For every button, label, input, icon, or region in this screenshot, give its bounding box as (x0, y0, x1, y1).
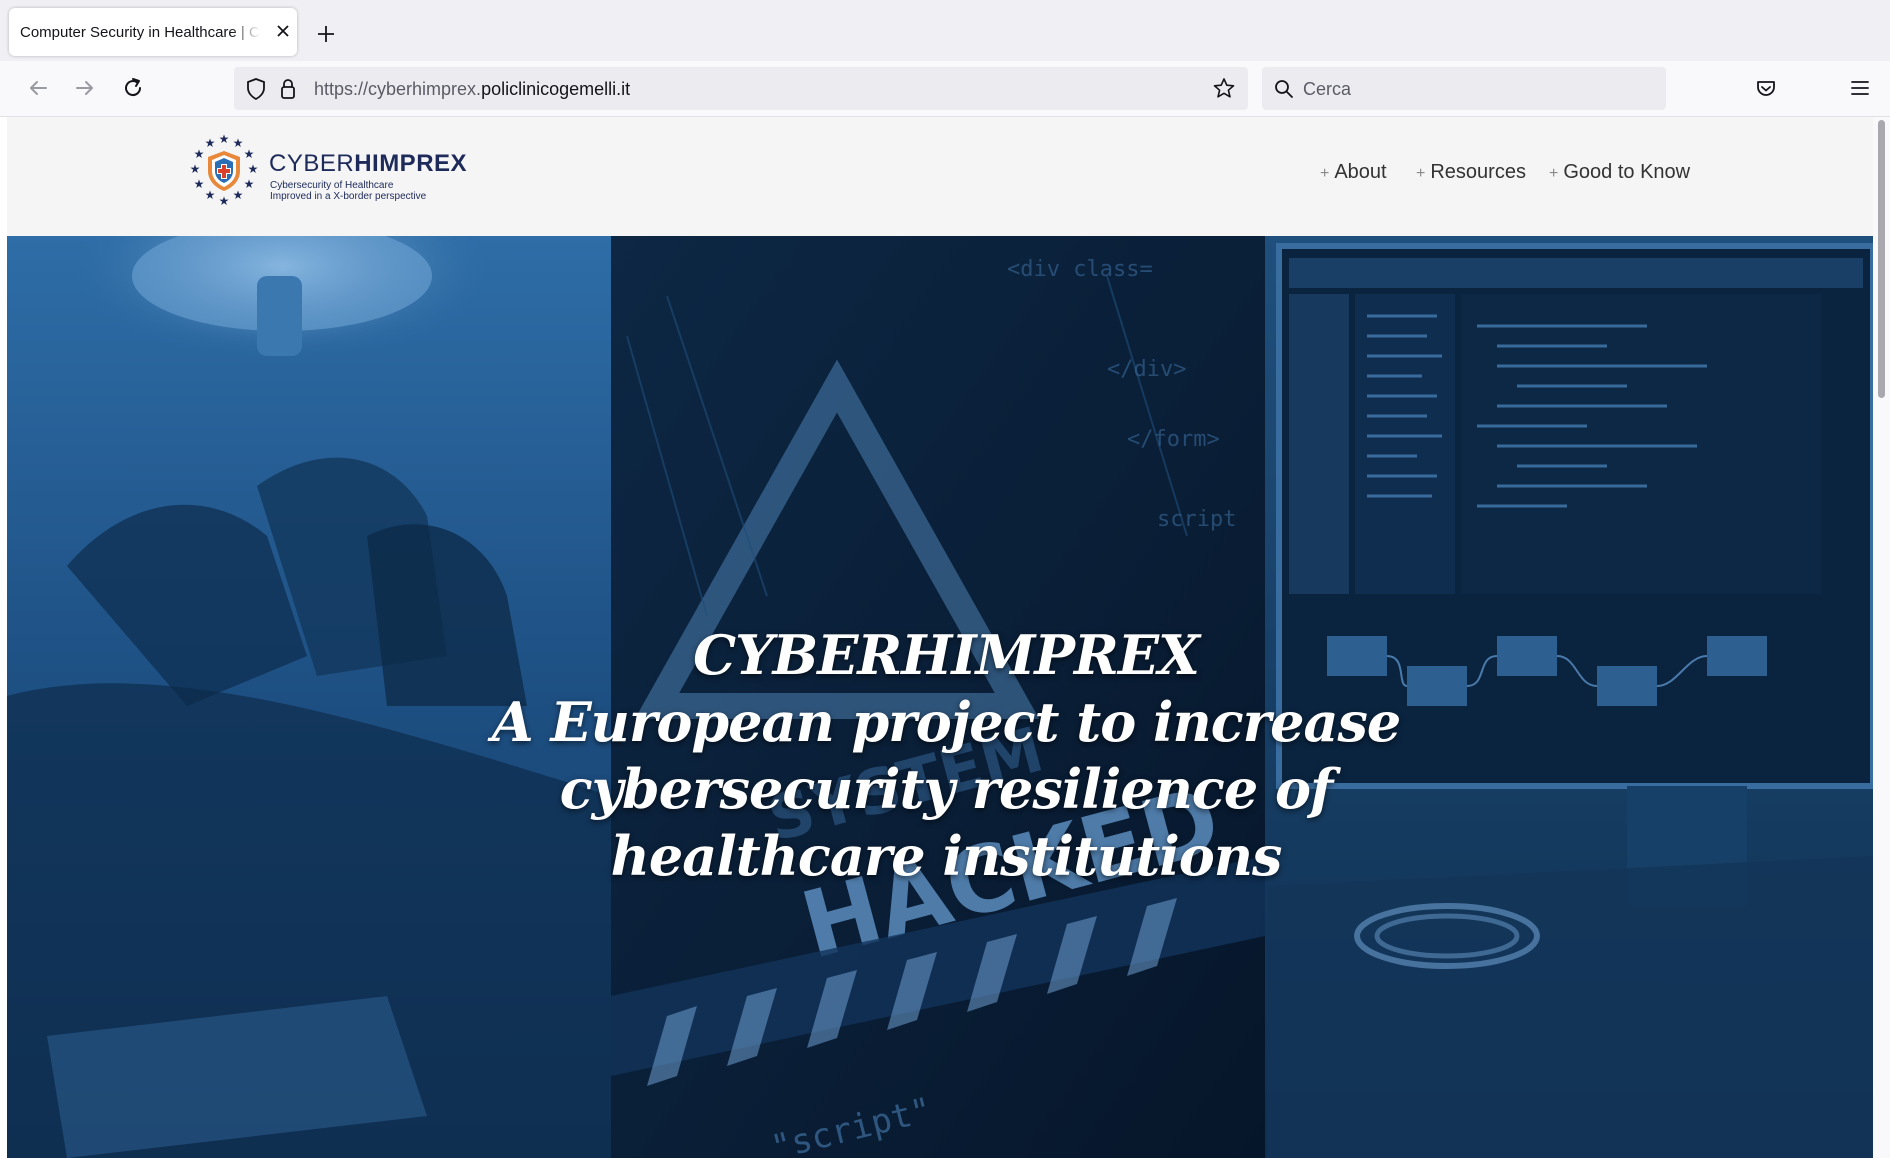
eu-star-shield-icon: ★ ★ ★ ★ ★ ★ ★ ★ ★ ★ ★ ★ (190, 133, 259, 208)
hero-subtitle-line-3: healthcare institutions (610, 824, 1283, 888)
panel-code-text-2: </div> (1107, 357, 1186, 382)
browser-tab-active[interactable]: Computer Security in Healthcare | CYBERH… (9, 8, 297, 56)
forward-arrow-icon[interactable] (71, 74, 99, 102)
hamburger-menu-icon[interactable] (1846, 74, 1874, 102)
hero-banner: <div class= </div> </form> script SYSTEM… (7, 236, 1873, 1158)
svg-text:★: ★ (219, 194, 230, 208)
back-arrow-icon[interactable] (24, 74, 52, 102)
reload-icon[interactable] (119, 74, 147, 102)
tab-title: Computer Security in Healthcare | CYBERH… (20, 24, 260, 41)
search-icon (1275, 80, 1293, 98)
hero-title: CYBERHIMPREX (693, 623, 1200, 687)
pocket-icon[interactable] (1752, 74, 1780, 102)
bookmark-star-icon[interactable] (1210, 75, 1238, 103)
hero-subtitle-line-1: A European project to increase (491, 690, 1401, 754)
plus-icon: + (1416, 165, 1426, 182)
search-placeholder: Cerca (1303, 79, 1352, 99)
nav-item-good-to-know[interactable]: + Good to Know (1549, 161, 1690, 191)
logo-wordmark: CYBERHIMPREX (269, 150, 468, 177)
logo-tagline: Cybersecurity of Healthcare Improved in a… (270, 180, 427, 202)
new-tab-icon[interactable] (314, 22, 338, 46)
site-header: ★ ★ ★ ★ ★ ★ ★ ★ ★ ★ ★ ★ CYBERHIMPREX Cyb… (7, 117, 1873, 236)
close-tab-icon[interactable] (273, 21, 293, 41)
browser-toolbar: https://cyberhimprex.policlinicogemelli.… (0, 61, 1890, 117)
svg-text:★: ★ (233, 136, 244, 150)
browser-tab-bar: Computer Security in Healthcare | CYBERH… (0, 0, 1890, 61)
svg-text:★: ★ (248, 162, 259, 176)
svg-text:★: ★ (205, 188, 216, 202)
plus-icon: + (1320, 165, 1330, 182)
url-text[interactable]: https://cyberhimprex.policlinicogemelli.… (314, 79, 630, 100)
panel-code-text-3: </form> (1127, 427, 1220, 452)
svg-text:★: ★ (244, 147, 255, 161)
page-viewport: ★ ★ ★ ★ ★ ★ ★ ★ ★ ★ ★ ★ CYBERHIMPREX Cyb… (7, 117, 1873, 1158)
lock-icon[interactable] (274, 75, 302, 103)
svg-text:★: ★ (194, 147, 205, 161)
nav-item-about[interactable]: + About (1320, 161, 1387, 191)
svg-text:★: ★ (219, 133, 230, 146)
svg-text:★: ★ (190, 162, 201, 176)
svg-text:★: ★ (205, 136, 216, 150)
svg-text:★: ★ (194, 177, 205, 191)
panel-code-text-4: script (1157, 507, 1236, 532)
panel-code-text-1: <div class= (1007, 257, 1153, 282)
svg-text:★: ★ (233, 188, 244, 202)
plus-icon: + (1549, 165, 1559, 182)
hero-subtitle-line-2: cybersecurity resilience of (559, 757, 1333, 821)
scrollbar-thumb[interactable] (1878, 120, 1885, 398)
page-scrollbar[interactable] (1873, 117, 1890, 1158)
svg-text:★: ★ (244, 177, 255, 191)
site-logo[interactable]: ★ ★ ★ ★ ★ ★ ★ ★ ★ ★ ★ ★ CYBERHIMPREX Cyb… (184, 133, 484, 213)
search-bar[interactable]: Cerca (1262, 67, 1666, 110)
tracking-shield-icon[interactable] (242, 75, 270, 103)
hero-headline: CYBERHIMPREX A European project to incre… (307, 622, 1585, 890)
nav-item-resources[interactable]: + Resources (1416, 161, 1526, 191)
address-bar[interactable]: https://cyberhimprex.policlinicogemelli.… (234, 67, 1248, 110)
